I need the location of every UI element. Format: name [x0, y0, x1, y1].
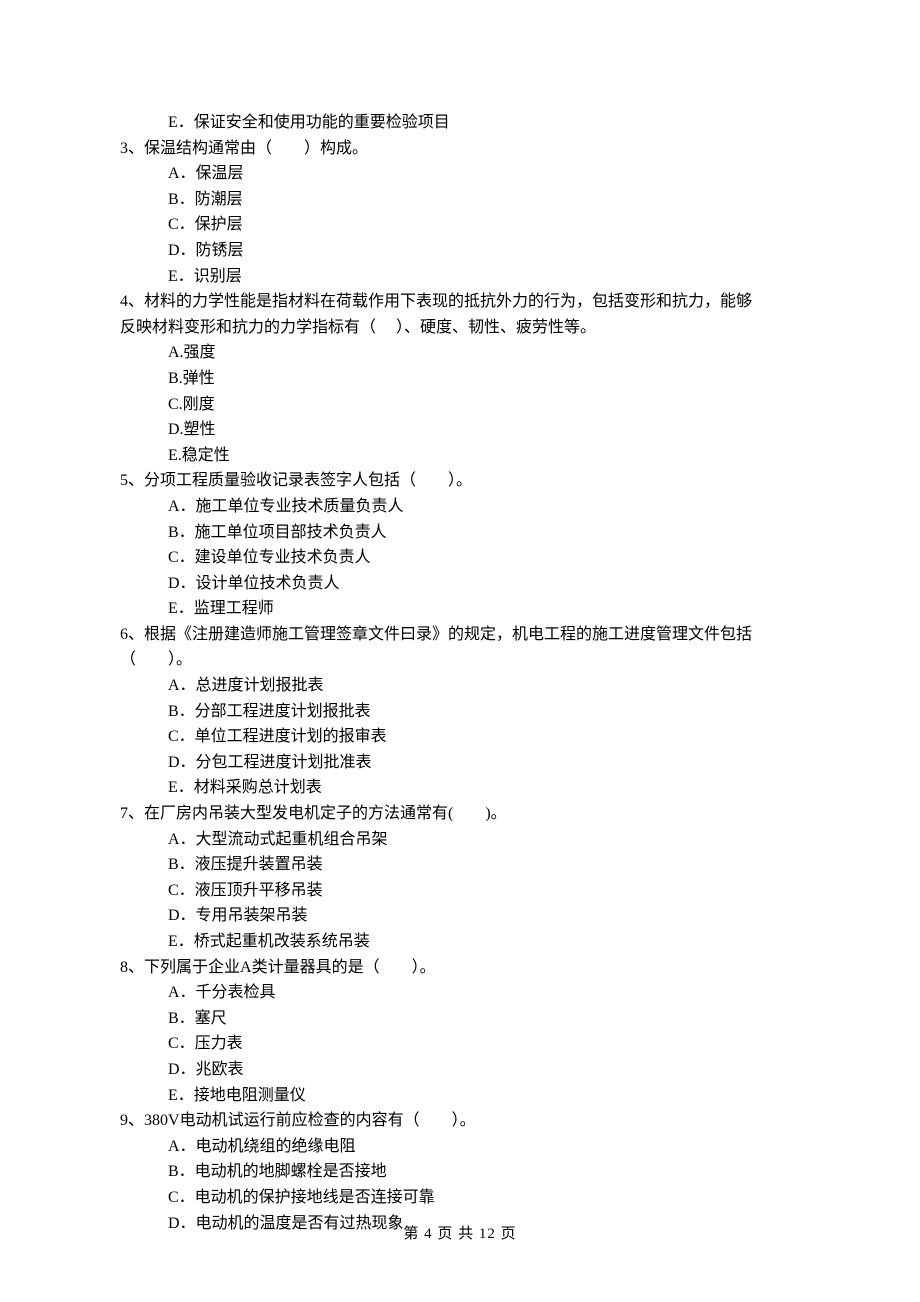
question-number: 6、: [120, 626, 144, 643]
question-stem: 6、根据《注册建造师施工管理签章文件曰录》的规定，机电工程的施工进度管理文件包括: [120, 622, 800, 648]
option: C．单位工程进度计划的报审表: [120, 724, 800, 750]
option: C．液压顶升平移吊装: [120, 878, 800, 904]
page-footer: 第 4 页 共 12 页: [0, 1222, 920, 1246]
option: D．专用吊装架吊装: [120, 903, 800, 929]
option: B.弹性: [120, 366, 800, 392]
option: B．液压提升装置吊装: [120, 852, 800, 878]
question-stem: 5、分项工程质量验收记录表签字人包括（ ）。: [120, 468, 800, 494]
option: A．电动机绕组的绝缘电阻: [120, 1134, 800, 1160]
question-stem: 3、保温结构通常由（ ）构成。: [120, 136, 800, 162]
option: C．压力表: [120, 1031, 800, 1057]
option: E.稳定性: [120, 443, 800, 469]
question-number: 7、: [120, 805, 144, 822]
question-text: 保温结构通常由（ ）构成。: [144, 140, 368, 157]
question-text: 根据《注册建造师施工管理签章文件曰录》的规定，机电工程的施工进度管理文件包括: [144, 626, 752, 643]
document-page: E．保证安全和使用功能的重要检验项目 3、保温结构通常由（ ）构成。 A．保温层…: [0, 0, 920, 1276]
option: E．接地电阻测量仪: [120, 1083, 800, 1109]
question-number: 4、: [120, 293, 144, 310]
option: C．建设单位专业技术负责人: [120, 545, 800, 571]
option: B．施工单位项目部技术负责人: [120, 520, 800, 546]
question-text: 380V电动机试运行前应检查的内容有（ ）。: [144, 1112, 476, 1129]
option: D.塑性: [120, 417, 800, 443]
option: C．保护层: [120, 212, 800, 238]
question-stem: 4、材料的力学性能是指材料在荷载作用下表现的抵抗外力的行为，包括变形和抗力，能够: [120, 289, 800, 315]
option: E．桥式起重机改装系统吊装: [120, 929, 800, 955]
option: E．材料采购总计划表: [120, 775, 800, 801]
option: A．施工单位专业技术质量负责人: [120, 494, 800, 520]
question-number: 9、: [120, 1112, 144, 1129]
option: B．电动机的地脚螺栓是否接地: [120, 1159, 800, 1185]
question-stem: 9、380V电动机试运行前应检查的内容有（ ）。: [120, 1108, 800, 1134]
question-text: 材料的力学性能是指材料在荷载作用下表现的抵抗外力的行为，包括变形和抗力，能够: [144, 293, 752, 310]
option: D．兆欧表: [120, 1057, 800, 1083]
option: B．防潮层: [120, 187, 800, 213]
option: C．电动机的保护接地线是否连接可靠: [120, 1185, 800, 1211]
option: B．分部工程进度计划报批表: [120, 699, 800, 725]
question-text: 分项工程质量验收记录表签字人包括（ ）。: [144, 472, 472, 489]
option: E．识别层: [120, 264, 800, 290]
question-text: 在厂房内吊装大型发电机定子的方法通常有( )。: [144, 805, 507, 822]
question-stem: 8、下列属于企业A类计量器具的是（ ）。: [120, 955, 800, 981]
option: B．塞尺: [120, 1006, 800, 1032]
question-text: 下列属于企业A类计量器具的是（ ）。: [144, 959, 436, 976]
question-stem: 7、在厂房内吊装大型发电机定子的方法通常有( )。: [120, 801, 800, 827]
question-number: 8、: [120, 959, 144, 976]
option: A．保温层: [120, 161, 800, 187]
option: A．大型流动式起重机组合吊架: [120, 827, 800, 853]
question-stem-cont: 反映材料变形和抗力的力学指标有（ ）、硬度、韧性、疲劳性等。: [120, 315, 800, 341]
option: D．设计单位技术负责人: [120, 571, 800, 597]
option: E．监理工程师: [120, 596, 800, 622]
option: C.刚度: [120, 392, 800, 418]
option: A.强度: [120, 340, 800, 366]
question-number: 3、: [120, 140, 144, 157]
option: D．防锈层: [120, 238, 800, 264]
option: A．千分表检具: [120, 980, 800, 1006]
option: A．总进度计划报批表: [120, 673, 800, 699]
question-number: 5、: [120, 472, 144, 489]
trailing-option: E．保证安全和使用功能的重要检验项目: [120, 110, 800, 136]
question-stem-cont: （ ）。: [120, 647, 800, 673]
option: D．分包工程进度计划批准表: [120, 750, 800, 776]
